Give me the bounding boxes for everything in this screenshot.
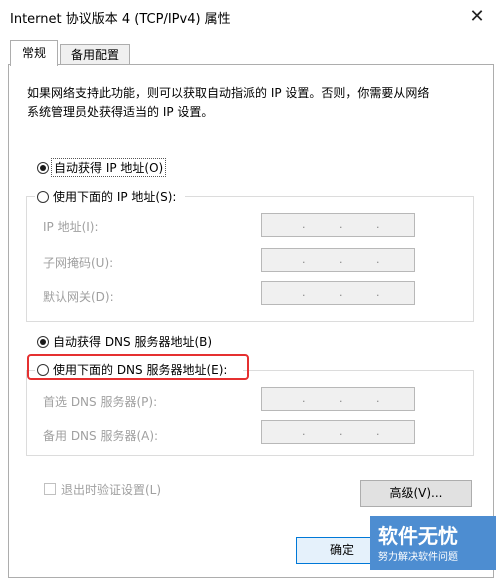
manual-ip-radio[interactable] xyxy=(37,191,49,203)
description-line-2: 系统管理员处获得适当的 IP 设置。 xyxy=(27,105,214,119)
watermark-logo: 软件无忧 努力解决软件问题 xyxy=(370,516,496,570)
subnet-mask-label: 子网掩码(U): xyxy=(43,256,114,270)
auto-dns-radio[interactable] xyxy=(37,336,49,348)
ip-address-field[interactable]: ... xyxy=(261,213,415,237)
ip-address-label: IP 地址(I): xyxy=(43,220,99,234)
highlight-box xyxy=(27,354,249,380)
default-gateway-field[interactable]: ... xyxy=(261,281,415,305)
tab-strip: 常规 备用配置 xyxy=(8,40,492,66)
preferred-dns-label: 首选 DNS 服务器(P): xyxy=(43,395,158,409)
auto-ip-label: 自动获得 IP 地址(O) xyxy=(51,158,167,177)
auto-dns-option[interactable]: 自动获得 DNS 服务器地址(B) xyxy=(35,332,225,350)
close-icon[interactable]: ✕ xyxy=(462,4,492,30)
default-gateway-label: 默认网关(D): xyxy=(43,290,114,304)
preferred-dns-field[interactable]: ... xyxy=(261,387,415,411)
validate-on-exit-checkbox[interactable] xyxy=(44,483,56,495)
alternate-dns-field[interactable]: ... xyxy=(261,420,415,444)
manual-ip-label: 使用下面的 IP 地址(S): xyxy=(53,190,177,204)
auto-dns-label: 自动获得 DNS 服务器地址(B) xyxy=(53,335,213,349)
manual-ip-option[interactable]: 使用下面的 IP 地址(S): xyxy=(35,187,185,205)
auto-ip-radio[interactable] xyxy=(37,162,49,174)
watermark-main-text: 软件无忧 xyxy=(378,524,458,548)
alternate-dns-label: 备用 DNS 服务器(A): xyxy=(43,429,159,443)
subnet-mask-field[interactable]: ... xyxy=(261,248,415,272)
watermark-sub-text: 努力解决软件问题 xyxy=(378,552,458,563)
description-line-1: 如果网络支持此功能，则可以获取自动指派的 IP 设置。否则，你需要从网络 xyxy=(27,86,430,100)
validate-on-exit-label: 退出时验证设置(L) xyxy=(61,483,162,497)
tab-alternate-config[interactable]: 备用配置 xyxy=(60,44,130,65)
advanced-button[interactable]: 高级(V)... xyxy=(360,480,472,507)
tab-general[interactable]: 常规 xyxy=(10,40,58,66)
window-title: Internet 协议版本 4 (TCP/IPv4) 属性 xyxy=(10,12,231,27)
auto-ip-option[interactable]: 自动获得 IP 地址(O) xyxy=(35,158,171,177)
